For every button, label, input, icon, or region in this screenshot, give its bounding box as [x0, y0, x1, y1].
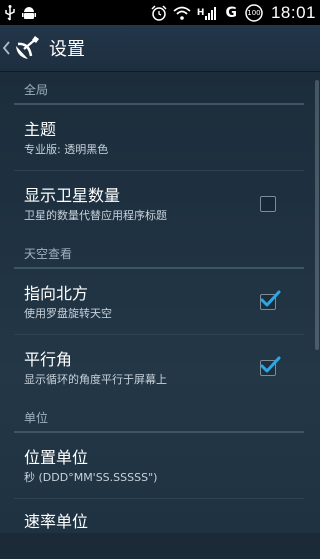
usb-icon — [4, 4, 16, 21]
pref-summary: 卫星的数量代替应用程序标题 — [24, 208, 167, 222]
pref-summary: 秒 (DDD°MM'SS.SSSSS") — [24, 470, 158, 484]
back-chevron-icon[interactable] — [2, 39, 12, 57]
clock: 18:01 — [270, 2, 316, 22]
pref-parallel-angle[interactable]: 平行角 显示循环的角度平行于屏幕上 — [0, 335, 320, 401]
pref-theme[interactable]: 主题 专业版: 透明黑色 — [0, 105, 320, 171]
checkmark-icon — [260, 290, 281, 307]
network-type-icon: G — [225, 5, 237, 21]
status-bar: H G 100 18:01 — [0, 0, 320, 25]
scrollbar[interactable] — [315, 80, 319, 350]
pref-north-up[interactable]: 指向北方 使用罗盘旋转天空 — [0, 269, 320, 335]
signal-icon: H — [197, 5, 220, 21]
pref-summary: 显示循环的角度平行于屏幕上 — [24, 372, 167, 386]
pref-title: 速率单位 — [24, 512, 89, 531]
section-title: 天空查看 — [24, 246, 73, 261]
section-title: 单位 — [24, 410, 49, 425]
pref-summary: 专业版: 透明黑色 — [24, 142, 109, 156]
wifi-icon — [173, 5, 191, 21]
section-title: 全局 — [24, 82, 49, 97]
alarm-icon — [151, 4, 167, 21]
pref-title: 主题 — [24, 119, 57, 139]
battery-icon: 100 — [243, 3, 265, 22]
pref-position-units[interactable]: 位置单位 秒 (DDD°MM'SS.SSSSS") — [0, 433, 320, 499]
android-debug-icon — [22, 5, 36, 21]
signal-badge: H — [196, 7, 205, 18]
section-header-global: 全局 — [0, 73, 320, 105]
pref-summary: 使用罗盘旋转天空 — [24, 306, 112, 320]
page-title: 设置 — [49, 39, 85, 60]
pref-title: 指向北方 — [24, 283, 89, 303]
battery-level: 100 — [247, 8, 261, 17]
pref-speed-units[interactable]: 速率单位 — [0, 499, 320, 559]
satellite-count-checkbox[interactable] — [260, 196, 276, 212]
satellite-app-icon[interactable] — [13, 34, 41, 62]
settings-list: 全局 主题 专业版: 透明黑色 显示卫星数量 卫星的数量代替应用程序标题 天空查… — [0, 73, 320, 559]
pref-title: 显示卫星数量 — [24, 185, 121, 205]
pref-show-satellite-count[interactable]: 显示卫星数量 卫星的数量代替应用程序标题 — [0, 171, 320, 237]
action-bar[interactable]: 设置 — [0, 25, 320, 72]
section-header-units: 单位 — [0, 401, 320, 433]
network-label: G — [225, 4, 237, 21]
section-header-sky-view: 天空查看 — [0, 237, 320, 269]
parallel-angle-checkbox[interactable] — [260, 356, 281, 376]
north-up-checkbox[interactable] — [260, 290, 281, 310]
pref-title: 平行角 — [24, 349, 73, 369]
pref-title: 位置单位 — [24, 447, 89, 467]
checkmark-icon — [260, 356, 281, 373]
